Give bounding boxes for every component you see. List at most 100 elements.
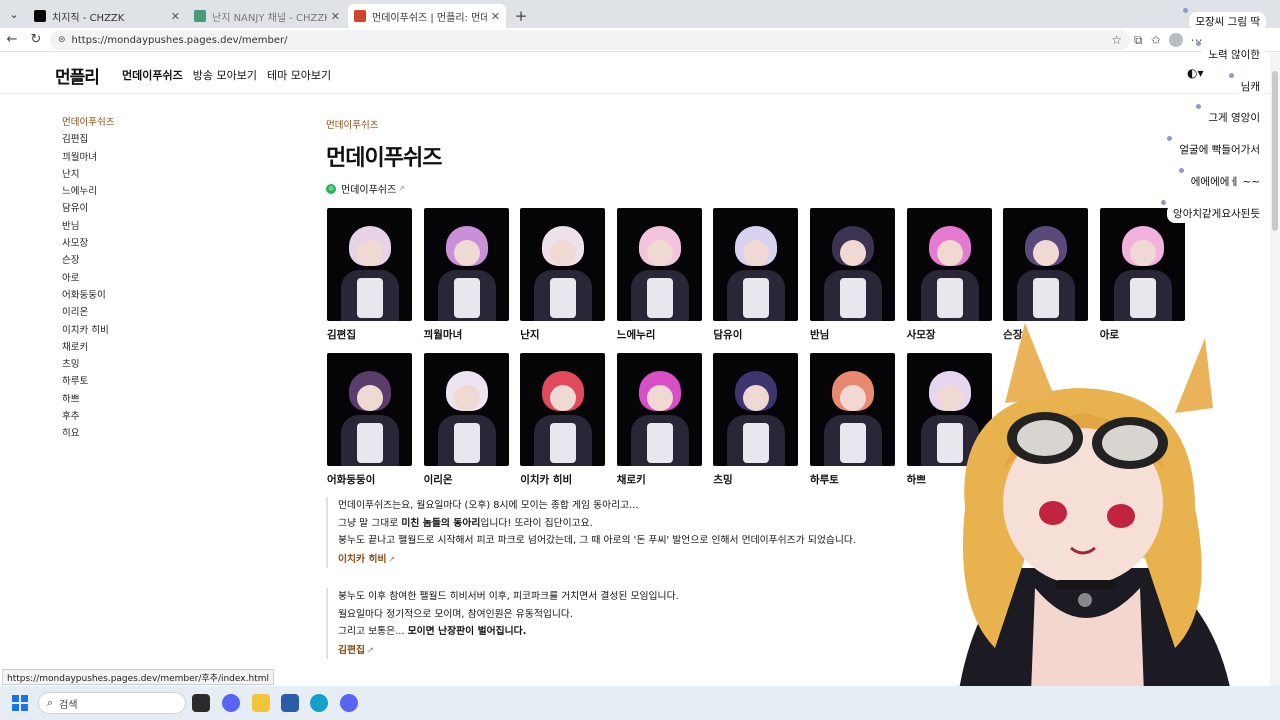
- quote-line: 붕누도 끝나고 팰월드로 시작해서 피코 파크로 넘어갔는데, 그 때 아로의 …: [338, 535, 856, 546]
- task-view-icon[interactable]: [192, 694, 210, 712]
- member-portrait[interactable]: [423, 208, 509, 321]
- tab-close-icon[interactable]: ✕: [491, 10, 500, 23]
- member-portrait[interactable]: [713, 353, 799, 466]
- discord-icon[interactable]: [222, 694, 240, 712]
- member-name[interactable]: 이리온: [424, 472, 509, 486]
- tab-close-icon[interactable]: ✕: [331, 10, 340, 23]
- member-portrait[interactable]: [809, 208, 895, 321]
- sidebar-item[interactable]: 후추: [62, 408, 182, 425]
- member-name[interactable]: 난지: [520, 327, 605, 341]
- favorites-icon[interactable]: ✩: [1151, 33, 1161, 47]
- chat-message: 앙아치같게요사된듯: [1161, 200, 1266, 223]
- member-card[interactable]: 담유이: [713, 208, 799, 341]
- sidebar-item[interactable]: 슨장: [62, 252, 182, 269]
- member-card[interactable]: 느에누리: [616, 208, 702, 341]
- member-name[interactable]: 하루토: [810, 472, 895, 486]
- member-portrait[interactable]: [809, 353, 895, 466]
- sidebar-item[interactable]: 이치카 히비: [62, 322, 182, 339]
- url-field[interactable]: ⊜ https://mondaypushes.pages.dev/member/…: [50, 30, 1130, 50]
- sidebar-item[interactable]: 끠월마녀: [62, 149, 182, 166]
- member-name[interactable]: 반님: [810, 327, 895, 341]
- nav-item-themes[interactable]: 테마 모아보기: [267, 67, 331, 83]
- member-portrait[interactable]: [906, 208, 992, 321]
- start-menu-icon[interactable]: [12, 695, 28, 711]
- sidebar-item[interactable]: 담유이: [62, 200, 182, 217]
- sidebar-item[interactable]: 먼데이푸쉬즈: [62, 114, 182, 131]
- member-card[interactable]: 김편집: [327, 208, 412, 341]
- sidebar-item[interactable]: 히요: [62, 425, 182, 442]
- member-card[interactable]: 채로키: [616, 353, 702, 486]
- tab-search-menu-icon[interactable]: ⌄: [0, 0, 28, 28]
- edge-browser-icon[interactable]: [310, 694, 328, 712]
- sidebar-item[interactable]: 난지: [62, 166, 182, 183]
- member-portrait[interactable]: [327, 353, 412, 466]
- member-portrait[interactable]: [616, 353, 702, 466]
- member-name[interactable]: 츠밍: [713, 472, 798, 486]
- sidebar-item[interactable]: 어화둥둥이: [62, 287, 182, 304]
- chat-message-text: 노력 않이한: [1208, 49, 1260, 61]
- sidebar-item[interactable]: 츠밍: [62, 356, 182, 373]
- scrollbar-thumb[interactable]: [1272, 71, 1278, 231]
- member-portrait[interactable]: [520, 208, 606, 321]
- member-name[interactable]: 이치카 히비: [520, 472, 605, 486]
- nav-item-broadcasts[interactable]: 방송 모아보기: [193, 67, 257, 83]
- quote-author-link[interactable]: 이치카 히비 ↗: [338, 551, 906, 569]
- sidebar-item[interactable]: 아로: [62, 270, 182, 287]
- file-explorer-icon[interactable]: [252, 694, 270, 712]
- url-text: https://mondaypushes.pages.dev/member/: [71, 34, 288, 46]
- member-portrait[interactable]: [713, 208, 799, 321]
- chat-message-text: 에에에에ㅔ ~~: [1190, 176, 1260, 188]
- member-card[interactable]: 츠밍: [713, 353, 799, 486]
- member-name[interactable]: 채로키: [617, 472, 702, 486]
- browser-tab-nanjy[interactable]: 난지 NANJY 채널 - CHZZK ✕: [188, 4, 346, 28]
- quote-author-link[interactable]: 김편집 ↗: [338, 642, 906, 660]
- back-icon[interactable]: ←: [0, 32, 24, 47]
- nav-item-members[interactable]: 먼데이푸쉬즈: [122, 67, 183, 83]
- channel-link[interactable]: ◎ 먼데이푸쉬즈 ↗: [326, 181, 405, 196]
- member-portrait[interactable]: [423, 353, 509, 466]
- member-portrait[interactable]: [327, 208, 412, 321]
- breadcrumb[interactable]: 먼데이푸쉬즈: [326, 117, 378, 131]
- store-icon[interactable]: [281, 694, 299, 712]
- sidebar-item[interactable]: 채로키: [62, 339, 182, 356]
- site-info-icon[interactable]: ⊜: [58, 35, 66, 45]
- member-card[interactable]: 이리온: [423, 353, 509, 486]
- member-portrait[interactable]: [1099, 208, 1185, 321]
- member-portrait[interactable]: [1003, 208, 1089, 321]
- theme-toggle-icon[interactable]: ◐▾: [1187, 66, 1204, 80]
- member-card[interactable]: 반님: [809, 208, 895, 341]
- member-name[interactable]: 어화둥둥이: [327, 472, 412, 486]
- member-card[interactable]: 하루토: [809, 353, 895, 486]
- tab-close-icon[interactable]: ✕: [171, 10, 180, 23]
- sidebar-item[interactable]: 반님: [62, 218, 182, 235]
- member-name[interactable]: 담유이: [713, 327, 798, 341]
- member-name[interactable]: 느에누리: [617, 327, 702, 341]
- member-name[interactable]: 끠월마녀: [424, 327, 509, 341]
- bookmark-star-icon[interactable]: ☆: [1111, 33, 1122, 47]
- taskbar-search[interactable]: ⌕ 검색: [38, 692, 186, 714]
- portrait-face: [357, 240, 383, 266]
- site-logo[interactable]: 먼플리: [55, 63, 100, 88]
- discord-alt-icon[interactable]: [340, 694, 358, 712]
- sidebar-item[interactable]: 사모장: [62, 235, 182, 252]
- sidebar-item[interactable]: 하쁘: [62, 391, 182, 408]
- member-card[interactable]: 난지: [520, 208, 606, 341]
- member-portrait[interactable]: [520, 353, 606, 466]
- member-name[interactable]: 김편집: [327, 327, 412, 341]
- member-card[interactable]: 어화둥둥이: [327, 353, 412, 486]
- sidebar-item[interactable]: 김편집: [62, 131, 182, 148]
- browser-tab-mondaypushes[interactable]: 먼데이푸쉬즈 | 먼플리: 먼데이푸쉬즈 ✕: [348, 4, 506, 28]
- extensions-icon[interactable]: ⧉: [1134, 33, 1143, 48]
- new-tab-button[interactable]: +: [508, 4, 534, 28]
- member-card[interactable]: 이치카 히비: [520, 353, 606, 486]
- sidebar-item[interactable]: 이리온: [62, 304, 182, 321]
- browser-tab-chzzk[interactable]: 치지직 - CHZZK ✕: [28, 4, 186, 28]
- profile-avatar-icon[interactable]: [1168, 33, 1183, 47]
- sidebar-item[interactable]: 하루토: [62, 373, 182, 390]
- external-link-icon: ↗: [388, 554, 396, 564]
- member-portrait[interactable]: [616, 208, 702, 321]
- sidebar-item[interactable]: 느에누리: [62, 183, 182, 200]
- chat-message-text: 님캐: [1240, 81, 1260, 93]
- member-card[interactable]: 끠월마녀: [423, 208, 509, 341]
- reload-icon[interactable]: ↻: [24, 32, 48, 47]
